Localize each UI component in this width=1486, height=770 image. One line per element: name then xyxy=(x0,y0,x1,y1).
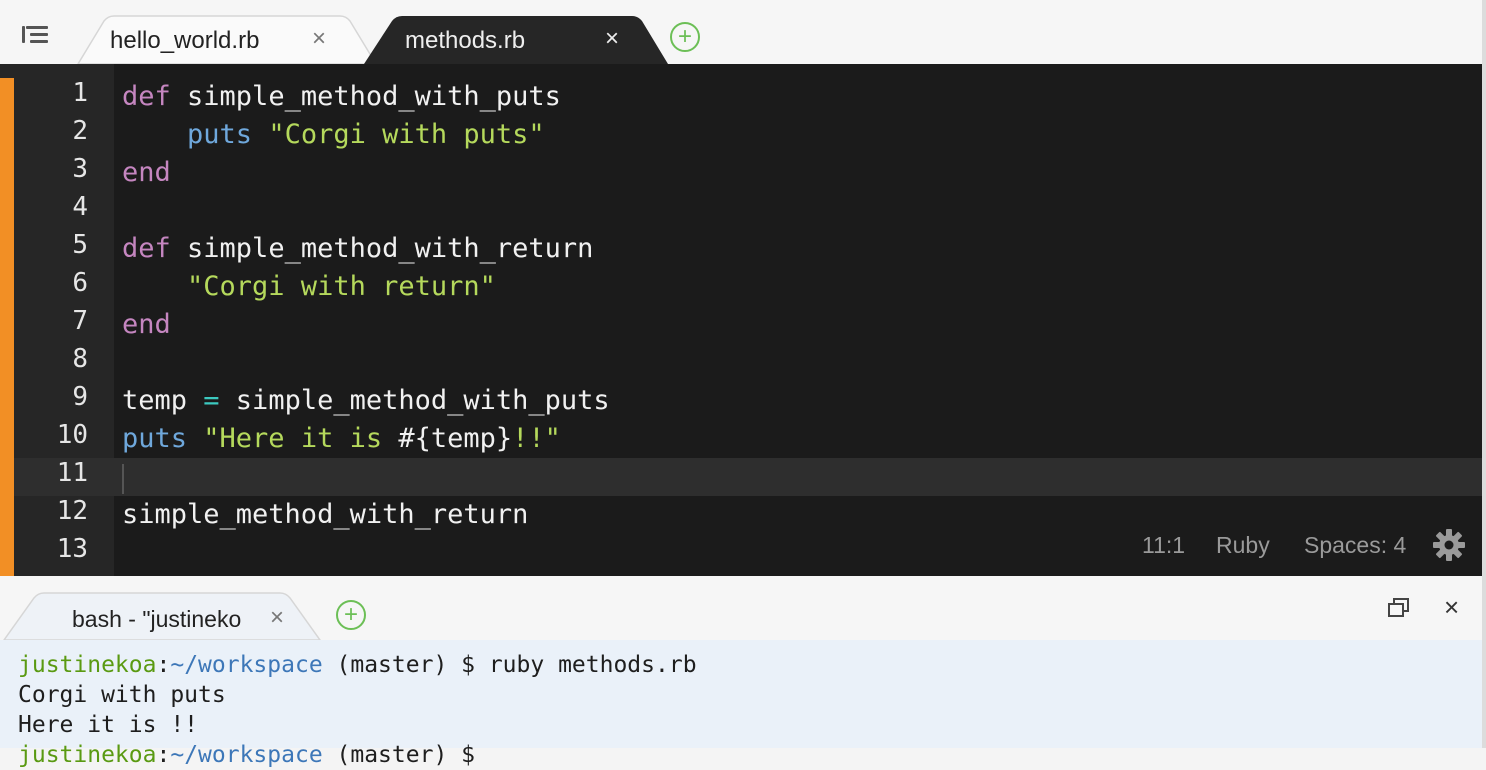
text-cursor xyxy=(122,464,124,494)
language-mode[interactable]: Ruby xyxy=(1216,532,1270,559)
gear-icon[interactable] xyxy=(1432,528,1466,562)
code-text: simple_method_with_return xyxy=(170,233,594,264)
keyword: def xyxy=(122,233,171,264)
new-tab-icon[interactable]: + xyxy=(670,22,700,52)
interpolation: #{temp} xyxy=(398,423,513,454)
tab-shape xyxy=(364,16,668,64)
window-edge xyxy=(1482,0,1486,748)
prompt-path: ~/workspace xyxy=(170,742,323,768)
builtin: puts xyxy=(122,423,188,454)
prompt-path: ~/workspace xyxy=(170,652,323,678)
terminal-tab-label[interactable]: bash - "justineko xyxy=(72,606,241,633)
indent-setting[interactable]: Spaces: 4 xyxy=(1304,532,1406,559)
code-line-12: simple_method_with_return xyxy=(122,496,528,534)
line-number: 3 xyxy=(72,154,88,184)
keyword: def xyxy=(122,81,171,112)
line-number: 8 xyxy=(72,344,88,374)
code-line-10: puts "Here it is #{temp}!!" xyxy=(122,420,561,458)
terminal-command-line: justinekoa:~/workspace (master) $ ruby m… xyxy=(18,650,697,680)
prompt-command: (master) $ ruby methods.rb xyxy=(322,652,697,678)
prompt-separator: : xyxy=(156,742,171,768)
code-line-5: def simple_method_with_return xyxy=(122,230,593,268)
cursor-position[interactable]: 11:1 xyxy=(1142,532,1185,559)
code-line-2: puts "Corgi with puts" xyxy=(122,116,545,154)
prompt-command: (master) $ xyxy=(322,742,489,768)
terminal-prompt-line: justinekoa:~/workspace (master) $ xyxy=(18,740,489,770)
modified-marker xyxy=(0,78,14,576)
close-panel-icon[interactable]: × xyxy=(1444,592,1459,623)
active-line-highlight xyxy=(14,458,1482,496)
line-number: 9 xyxy=(72,382,88,412)
terminal-output[interactable]: justinekoa:~/workspace (master) $ ruby m… xyxy=(0,640,1482,768)
code-text: simple_method_with_puts xyxy=(170,81,561,112)
tab-label: methods.rb xyxy=(405,27,526,54)
line-number: 13 xyxy=(56,534,88,564)
terminal-tab-bar: bash - "justineko × + × xyxy=(0,576,1486,640)
line-number: 1 xyxy=(72,78,88,108)
string: !!" xyxy=(512,423,561,454)
restore-window-icon[interactable] xyxy=(1388,598,1410,618)
operator: = xyxy=(203,385,220,416)
code-line-1: def simple_method_with_puts xyxy=(122,78,561,116)
code-line-6: "Corgi with return" xyxy=(122,268,496,306)
prompt-separator: : xyxy=(156,652,171,678)
editor-tab-bar: hello_world.rb × methods.rb × + xyxy=(0,0,1486,64)
line-number: 6 xyxy=(72,268,88,298)
new-terminal-icon[interactable]: + xyxy=(336,600,366,630)
prompt-user: justinekoa xyxy=(18,652,157,678)
code-text: simple_method_with_return xyxy=(122,499,529,530)
code-line-3: end xyxy=(122,154,171,192)
string: "Corgi with puts" xyxy=(252,119,545,150)
code-editor[interactable]: 1 2 3 4 5 6 7 8 9 10 11 12 13 def simple… xyxy=(0,64,1482,576)
code-line-7: end xyxy=(122,306,171,344)
line-number: 12 xyxy=(56,496,88,526)
line-number: 2 xyxy=(72,116,88,146)
terminal-output-line: Corgi with puts xyxy=(18,682,226,708)
line-number: 7 xyxy=(72,306,88,336)
line-number: 5 xyxy=(72,230,88,260)
code-line-9: temp = simple_method_with_puts xyxy=(122,382,610,420)
string: "Corgi with return" xyxy=(122,271,496,302)
terminal-output-line: Here it is !! xyxy=(18,712,199,738)
close-icon[interactable]: × xyxy=(605,25,619,53)
tab-methods[interactable]: methods.rb × xyxy=(0,15,700,64)
code-text: simple_method_with_puts xyxy=(219,385,610,416)
line-number: 11 xyxy=(56,458,88,488)
line-number: 10 xyxy=(56,420,88,450)
close-icon[interactable]: × xyxy=(270,604,284,632)
prompt-user: justinekoa xyxy=(18,742,157,768)
line-number: 4 xyxy=(72,192,88,222)
keyword: end xyxy=(122,309,171,340)
keyword: end xyxy=(122,157,171,188)
builtin: puts xyxy=(187,119,253,150)
code-text: temp xyxy=(122,385,204,416)
string: "Here it is xyxy=(187,423,399,454)
